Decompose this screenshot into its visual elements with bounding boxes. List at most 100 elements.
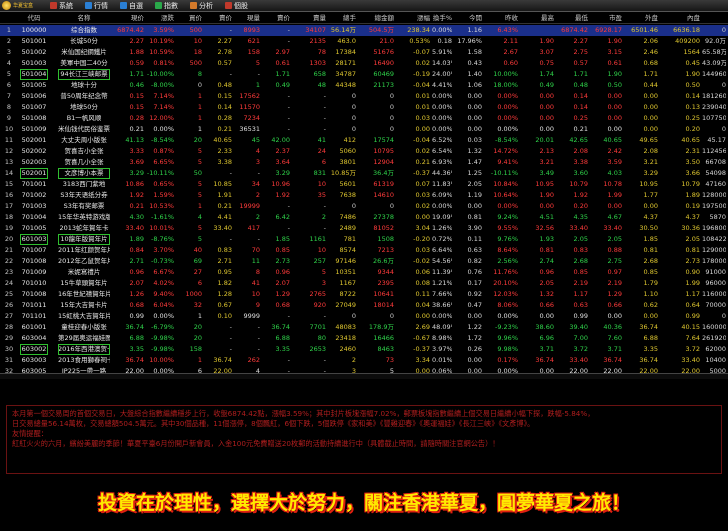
column-header[interactable]: 內盘 [660,13,700,24]
cell-value: 40.65 [603,136,622,144]
column-header[interactable]: 代码 [20,13,48,24]
cell-value: 1.92 [129,191,144,199]
table-row[interactable]: 22 701008 2012年乙鼠贺年片 2.71 -0.73% 69 2.71 11 2.73… [0,256,728,267]
cell-value: 0.00% [497,92,518,100]
column-header[interactable]: 最高 [520,13,554,24]
commentary-line-4: 紅紅火火的六月，繽紛美麗的季節！華夏平臺6月份開戶新會員，入金100元免費贈送2… [12,439,500,448]
menu-item-label: 指數 [164,1,178,10]
column-header[interactable]: 市盈 [590,13,622,24]
table-row[interactable]: 1 100000 综合指数 6874.42 3.59% 500 - 8993 - 34107 56.… [0,25,728,36]
cell-value: 3.04 [415,224,430,232]
menu-item-1[interactable]: 行情 [83,0,110,12]
table-row[interactable]: 31 603003 2013食用獅春祠卡 36.74 10.00% 1 36.74 262 - -… [0,355,728,366]
cell-value: 6.88 [275,334,290,342]
cell-value: 11.39% [432,268,452,276]
menu-item-3[interactable]: 指數 [153,0,180,12]
cell-value: 0.00% [432,103,452,111]
table-row[interactable]: 12 502002 贺喜吉小全张 3.33 0.87% 5 2.33 4 2.37 24 5060 1… [0,146,728,157]
stock-code: 701005 [21,224,47,232]
table-row[interactable]: 25 701008 16年世紀禧賀年片 1.26 9.40% 1000 1.28 10 1.29… [0,289,728,300]
row-number: 6 [6,81,12,89]
table-row[interactable]: 7 501006 普50周年纪念幣 0.15 7.14% 1 0.15 17562 - - 0 0 0.… [0,91,728,102]
column-header[interactable]: 名称 [58,13,110,24]
cell-value: - [323,125,326,133]
column-header[interactable]: 現价 [112,13,144,24]
cell-value: 0.45 [685,59,700,67]
table-row[interactable]: 4 501003 美軍中国二40分 0.59 0.81% 500 0.57 5 0.61 1303… [0,58,728,69]
column-header[interactable]: 現量 [234,13,260,24]
cell-value: 0 [721,312,726,320]
cell-value: 0.00% [432,125,452,133]
menu-item-0[interactable]: 系統 [48,0,75,12]
menu-item-2[interactable]: 自選 [118,0,145,12]
table-row[interactable]: 5 501004 94长江三峡邮票 1.71 -10.00% 8- -1.71 658 3478… [0,69,728,80]
cell-value: 61319 [373,180,394,188]
cell-value: - [257,345,260,353]
table-row[interactable]: 27 701101 15虹桃大吉賀年片 0.99 0.00% 1 0.10 9999 - - 0 0 0… [0,311,728,322]
table-row[interactable]: 9 501008 B1一帆风顺 0.28 12.00% 1 0.28 7234 - - 0 0 0.03… [0,113,728,124]
table-row[interactable]: 11 502001 大丈夫周小版张 41.13 -8.54% 20 40.65 45 42.00… [0,135,728,146]
table-row[interactable]: 21 701007 2011年红颜贺年片 0.84 3.70% 40 0.83 70 0.85 1… [0,245,728,256]
cell-value: - [287,92,290,100]
table-row[interactable]: 3 501002 米仙国纪鋼鐵片 1.88 10.59% 18 2.78 158 2.97 78 1… [0,47,728,58]
row-number: 28 [4,323,14,331]
menu-item-4[interactable]: 分析 [188,0,215,12]
table-scrollbar[interactable] [0,373,728,379]
table-row[interactable]: 16 701002 S3年天语纸分券 1.92 1.59% 5 1.91 2 1.92 35 763… [0,190,728,201]
cell-value: 3.35 [275,345,290,353]
table-row[interactable]: 6 501005 地球十分 0.46 -8.00% 0 0.48 1 0.49 48 44348 21… [0,80,728,91]
stock-code: 502001 [21,136,47,144]
table-row[interactable]: 13 502003 贺喜几小全张 3.69 6.65% 5 3.38 3 3.64 6 3801 12… [0,157,728,168]
table-row[interactable]: 18 701004 15年华英特游戏版 4.30 -1.61% 4 4.41 2 6.42 2 74… [0,212,728,223]
cell-value: 18 [193,48,202,56]
cell-value: - [257,70,260,78]
table-row[interactable]: 19 701005 2013蛇年賀年卡 33.40 10.01% 5 33.40 417 - - 2… [0,223,728,234]
row-number: 31 [4,356,14,364]
cell-value: 1.17 [685,290,700,298]
table-row[interactable]: 28 601001 童桂迎春小版张 36.74 -6.79% 20 - - 36.74 7701 4… [0,322,728,333]
table-row[interactable]: 2 501001 长城50分 2.27 10.19% 10 2.27 621 - 2135 463.… [0,36,728,47]
column-header[interactable]: 今開 [454,13,482,24]
table-row[interactable]: 30 603002 2016年西港澳贺卡片 3.35 -9.98% 158 - - 3.35 26… [0,344,728,355]
column-header[interactable]: 昨收 [484,13,518,24]
table-row[interactable]: 10 501009 米仙钱代民俗鉴票 0.21 0.00% 1 0.21 36531 - - 0 0 0… [0,124,728,135]
stock-name: S3年有奖邮票 [63,202,105,210]
cell-value: 0 [721,81,726,89]
stock-name: 美軍中国二40分 [60,59,108,67]
cell-value: 41 [317,136,326,144]
column-header[interactable]: 賣量 [292,13,326,24]
column-header[interactable]: 漲幅 [396,13,430,24]
column-header[interactable]: 總金額 [358,13,395,24]
column-header[interactable]: 賣价 [204,13,232,24]
cell-value: 2.74 [539,257,554,265]
cell-value: -1.61% [151,213,174,221]
column-header[interactable]: 漲跌 [146,13,174,24]
stock-name: 地球十分 [71,81,97,89]
cell-value: 0.49 [275,81,290,89]
menu-item-5[interactable]: 個股 [223,0,250,12]
column-header[interactable]: 買价 [176,13,202,24]
table-row[interactable]: 17 701003 S3年有奖邮票 0.21 10.53% 1 0.21 19999 - - 0 0 0… [0,201,728,212]
table-row[interactable]: 23 701009 米妮寫禮片 0.96 6.67% 27 0.95 8 0.96 5 10351 9… [0,267,728,278]
table-row[interactable]: 8 501007 地球50分 0.15 7.14% 1 0.14 11570- -0 0 0.01 0… [0,102,728,113]
cell-value: 257 [313,257,326,265]
cell-value: 1.71 [573,70,588,78]
column-header[interactable]: 外盘 [624,13,658,24]
cell-value: 1 [255,81,260,89]
table-row[interactable]: 20 601003 10龍年版賀年片 1.89 -8.76% 5 - - 1.85 1161 781… [0,234,728,245]
table-row[interactable]: 24 701010 15牛草頭賀年片 2.07 4.02% 6 1.82 41 2.07 3 116… [0,278,728,289]
table-row[interactable]: 15 701001 3183西门紫地 10.86 0.65% 5 10.85 34 10.96 1… [0,179,728,190]
cell-value: 62000 [705,345,726,353]
cell-value: 5601 [339,180,356,188]
column-header[interactable]: 賣价 [262,13,290,24]
stock-code: 701011 [21,301,47,309]
column-header[interactable]: 總手 [328,13,356,24]
table-row[interactable]: 14 502001 文彦博小本票 3.29 -10.11% 50- -3.29 831 10.8… [0,168,728,179]
cell-value: 9.96% [497,334,518,342]
column-header[interactable]: 換手% [432,13,452,24]
table-row[interactable]: 29 603004 第29届奥运福娃图 6.88 -9.98% 20 - - 6.88 80 234… [0,333,728,344]
cell-value: 1303 [309,59,326,67]
table-row[interactable]: 26 701011 15年大吉賀卡片 0.68 6.04% 32 0.67 9 0.68 920 2… [0,300,728,311]
column-header[interactable]: 最低 [556,13,588,24]
cell-value: 36.74 [639,356,658,364]
